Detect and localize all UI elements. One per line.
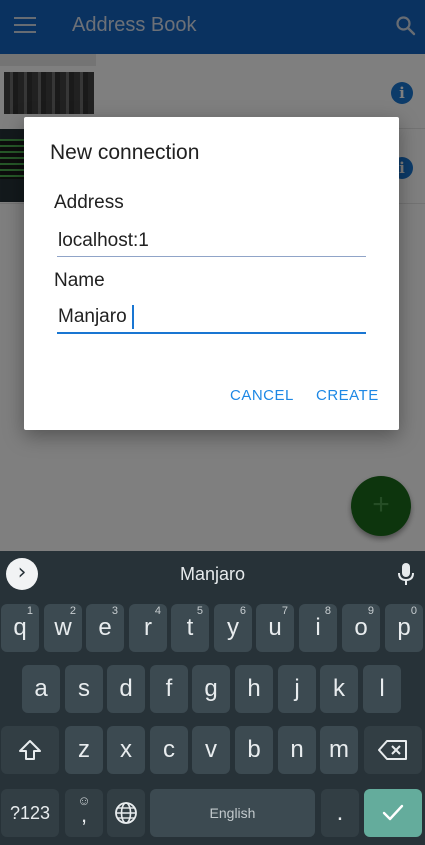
symbols-key[interactable]: ?123 (1, 789, 59, 837)
key-n[interactable]: n (278, 726, 316, 774)
key-g[interactable]: g (192, 665, 230, 713)
key-t[interactable]: t5 (171, 604, 209, 652)
create-button[interactable]: CREATE (316, 387, 379, 404)
key-d[interactable]: d (107, 665, 145, 713)
name-field[interactable] (57, 302, 366, 334)
space-key[interactable]: English (150, 789, 315, 837)
key-e[interactable]: e3 (86, 604, 124, 652)
chevron-right-icon[interactable]: › (6, 558, 38, 590)
address-field[interactable] (57, 225, 366, 257)
check-icon (382, 804, 404, 821)
key-z[interactable]: z (65, 726, 103, 774)
enter-key[interactable] (364, 789, 422, 837)
key-f[interactable]: f (150, 665, 188, 713)
key-c[interactable]: c (150, 726, 188, 774)
backspace-icon (378, 740, 407, 760)
key-k[interactable]: k (320, 665, 358, 713)
dialog-title: New connection (50, 141, 200, 164)
key-p[interactable]: p0 (385, 604, 423, 652)
soft-keyboard: Manjaro › q1 w2 e3 r4 t5 y6 u7 i8 o9 p0 … (0, 551, 425, 845)
language-key[interactable] (107, 789, 145, 837)
key-i[interactable]: i8 (299, 604, 337, 652)
key-l[interactable]: l (363, 665, 401, 713)
key-q[interactable]: q1 (1, 604, 39, 652)
new-connection-dialog: New connection Address Name CANCEL CREAT… (24, 117, 399, 430)
key-j[interactable]: j (278, 665, 316, 713)
cancel-button[interactable]: CANCEL (230, 387, 294, 404)
key-s[interactable]: s (65, 665, 103, 713)
key-m[interactable]: m (320, 726, 358, 774)
globe-icon (115, 802, 137, 824)
suggestion-bar: Manjaro › (0, 551, 425, 595)
shift-icon (19, 740, 41, 760)
key-a[interactable]: a (22, 665, 60, 713)
backspace-key[interactable] (364, 726, 422, 774)
name-label: Name (54, 270, 105, 291)
period-key[interactable]: . (321, 789, 359, 837)
key-b[interactable]: b (235, 726, 273, 774)
key-y[interactable]: y6 (214, 604, 252, 652)
key-h[interactable]: h (235, 665, 273, 713)
emoji-comma-key[interactable]: ☺ , (65, 789, 103, 837)
suggestion-word[interactable]: Manjaro (0, 564, 425, 585)
key-v[interactable]: v (192, 726, 230, 774)
key-r[interactable]: r4 (129, 604, 167, 652)
key-w[interactable]: w2 (44, 604, 82, 652)
key-u[interactable]: u7 (256, 604, 294, 652)
text-caret (132, 305, 134, 329)
shift-key[interactable] (1, 726, 59, 774)
key-o[interactable]: o9 (342, 604, 380, 652)
mic-icon[interactable] (396, 562, 416, 586)
key-x[interactable]: x (107, 726, 145, 774)
address-label: Address (54, 192, 124, 213)
